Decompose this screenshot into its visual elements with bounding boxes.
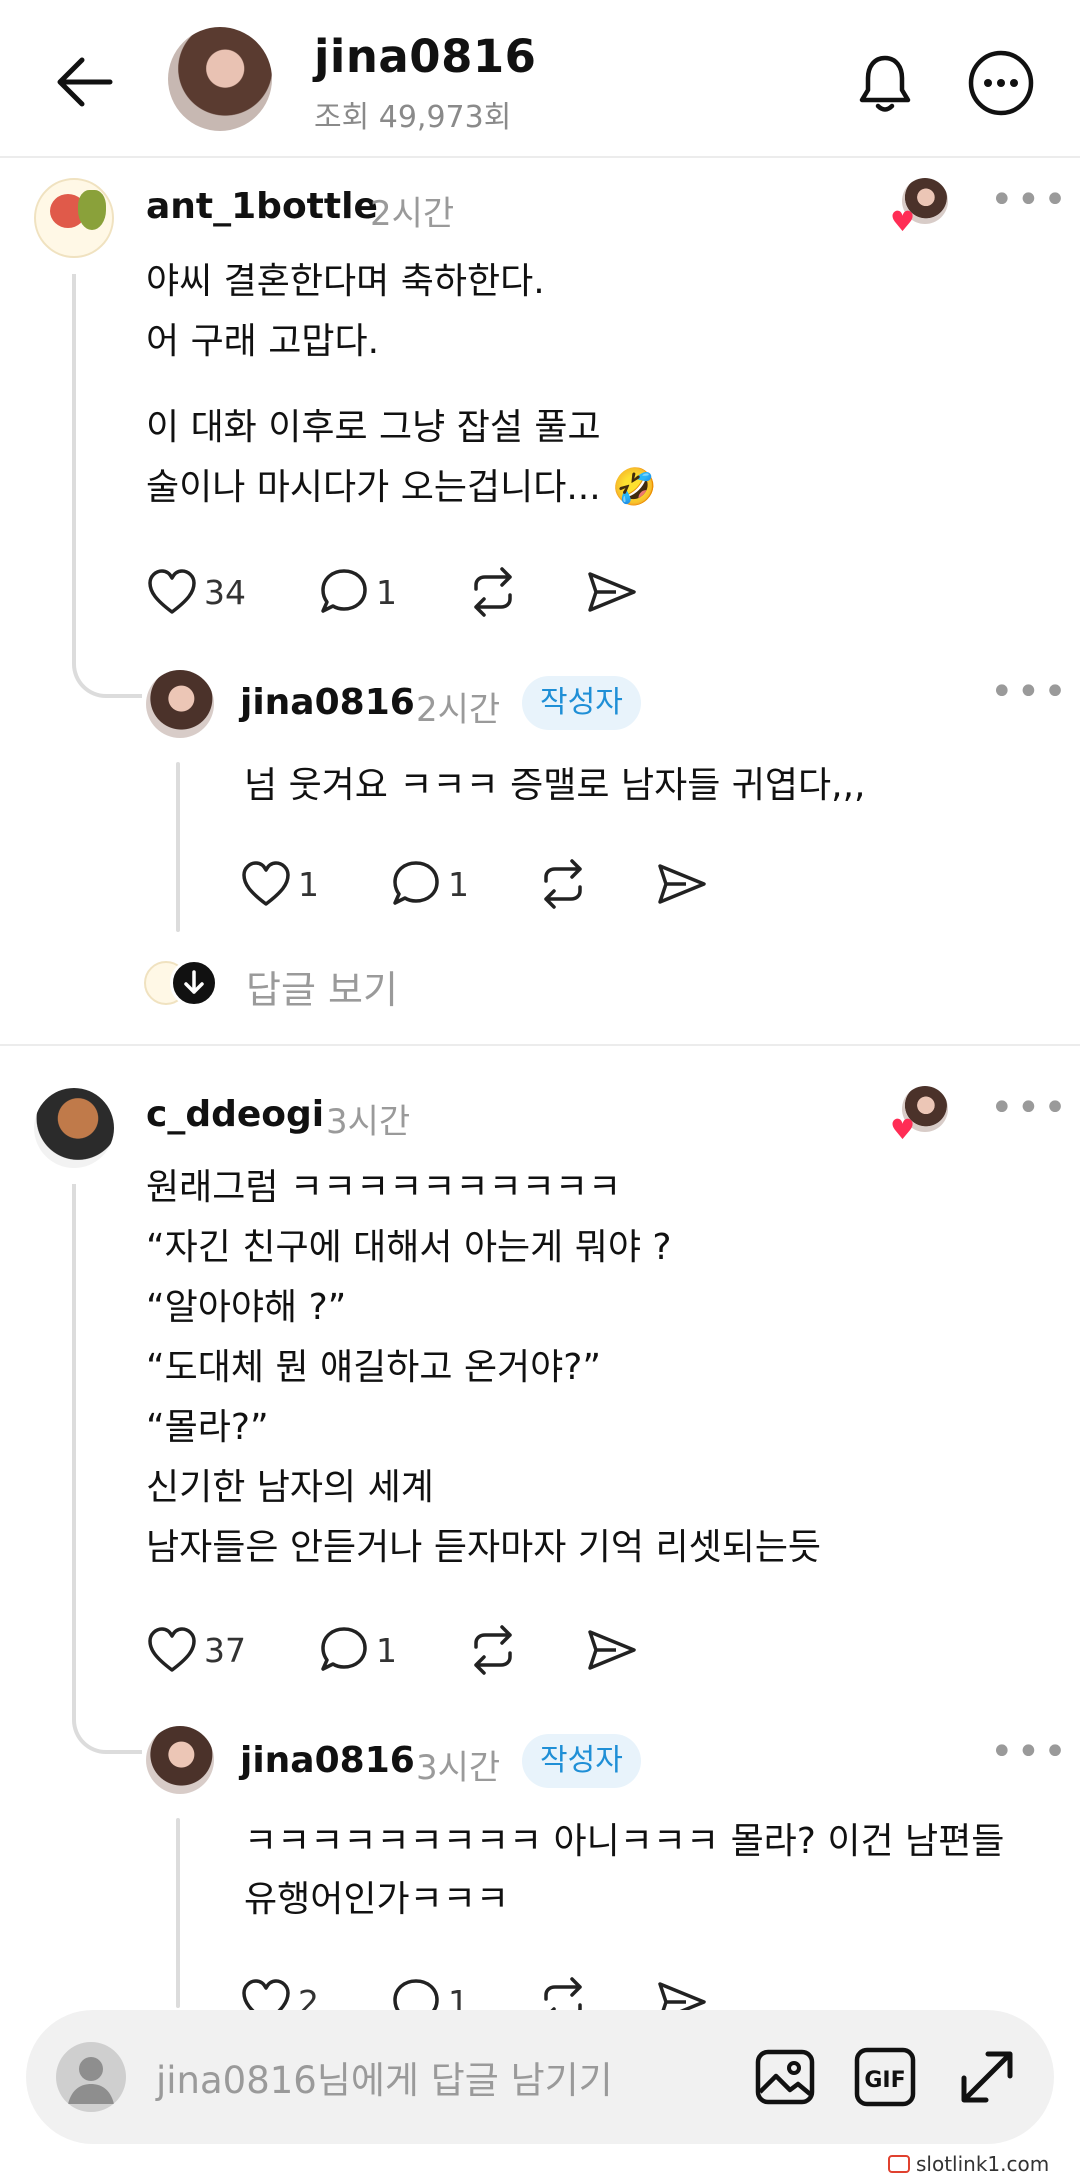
comment-text-line: 남자들은 안듣거나 듣자마자 기억 리셋되는듯 [146,1527,822,1568]
comment-text-line: 이 대화 이후로 그냥 잡설 풀고 [146,407,601,448]
more-circle-icon[interactable] [966,48,1036,118]
like-button[interactable]: 37 [146,1620,246,1680]
reply-text-line: 넘 웃겨요 ㅋㅋㅋ 증맬로 남자들 귀엽다,,, [244,765,866,806]
view-count: 조회 49,973회 [314,100,512,135]
like-count: 1 [298,864,319,904]
comment-text-line: “몰라?” [146,1407,269,1448]
watermark-text: slotlink1.com [916,2152,1050,2176]
avatar[interactable] [146,1726,214,1794]
liked-by-author-indicator: ♥ [890,178,948,236]
reply-time: 3시간 [416,1748,501,1788]
send-icon [588,1630,636,1670]
send-icon [658,864,706,904]
back-arrow-icon[interactable] [52,50,122,114]
comment-icon [393,861,439,905]
reply-text-line: ㅋㅋㅋㅋㅋㅋㅋㅋㅋ 아니ㅋㅋㅋ 몰라? 이건 남편들 [244,1821,1005,1862]
comment-username[interactable]: ant_1bottle [146,186,378,227]
reply-composer[interactable]: jina0816님에게 답글 남기기 GIF [26,2010,1054,2144]
avatar[interactable] [146,670,214,738]
view-replies-label: 답글 보기 [246,968,398,1012]
avatar[interactable] [34,1088,114,1168]
repost-icon [544,859,582,909]
comment-icon [321,1627,367,1671]
share-button[interactable] [586,562,638,622]
heart-filled-icon: ♥ [890,205,916,238]
more-options-icon[interactable]: ••• [990,180,1070,220]
like-count: 37 [204,1630,246,1670]
heart-filled-icon: ♥ [890,1113,916,1146]
thread-connector [72,1184,142,1754]
more-options-icon[interactable]: ••• [990,672,1070,712]
divider [0,1044,1080,1046]
watermark: slotlink1.com [888,2152,1049,2176]
author-badge: 작성자 [522,1734,641,1788]
share-button[interactable] [656,854,708,914]
reply-button[interactable]: 1 [318,562,397,622]
more-options-icon[interactable]: ••• [990,1088,1070,1128]
expand-icon[interactable] [954,2044,1020,2110]
bell-icon[interactable] [852,50,918,116]
reply-time: 2시간 [416,690,501,730]
image-icon[interactable] [752,2044,818,2110]
heart-icon [148,1627,196,1672]
reply-username[interactable]: jina0816 [240,682,415,723]
thread-line [176,1818,180,2008]
comment-actions: 34 1 [146,562,706,622]
thread-connector [72,274,142,698]
comment-text-line: 신기한 남자의 세계 [146,1467,434,1508]
comment-username[interactable]: c_ddeogi [146,1094,324,1135]
reply-text-line: 유행어인가ㅋㅋㅋ [244,1879,509,1920]
reply-button[interactable]: 1 [318,1620,397,1680]
repost-icon [474,1625,512,1675]
gif-icon[interactable]: GIF [852,2044,918,2110]
reply-actions: 1 1 [240,854,720,914]
share-button[interactable] [586,1620,638,1680]
thread-line [176,762,180,932]
arrow-down-icon [170,959,218,1007]
comment-text-line: “알아야해 ?” [146,1287,347,1328]
like-button[interactable]: 1 [240,854,319,914]
send-icon [588,572,636,612]
reply-input[interactable]: jina0816님에게 답글 남기기 [156,2050,613,2104]
comment-icon [321,569,367,613]
top-bar: jina0816 조회 49,973회 [0,0,1080,158]
reply-count: 1 [448,864,469,904]
profile-avatar[interactable] [168,27,272,131]
comment-time: 3시간 [326,1102,411,1142]
repost-button[interactable] [466,562,520,622]
comment-time: 2시간 [370,194,455,234]
comment-text-line: 원래그럼 ㅋㅋㅋㅋㅋㅋㅋㅋㅋㅋ [146,1167,622,1208]
like-button[interactable]: 34 [146,562,246,622]
comment-text-line: 어 구래 고맙다. [146,321,380,362]
more-options-icon[interactable]: ••• [990,1732,1070,1772]
repost-button[interactable] [466,1620,520,1680]
reply-count: 1 [376,1630,397,1670]
watermark-logo [888,2155,910,2173]
reply-username[interactable]: jina0816 [240,1740,415,1781]
like-count: 34 [204,572,246,612]
reply-count: 1 [376,572,397,612]
repost-button[interactable] [536,854,590,914]
comment-text-line: “자긴 친구에 대해서 아는게 뭐야 ? [146,1227,672,1268]
author-badge: 작성자 [522,676,641,730]
heart-icon [242,861,290,906]
liked-by-author-indicator: ♥ [890,1086,948,1144]
svg-text:GIF: GIF [864,2068,905,2093]
heart-icon [148,569,196,614]
comment-text-line: 야씨 결혼한다며 축하한다. [146,261,545,302]
comment-text-line: 술이나 마시다가 오는겁니다... 🤣 [146,467,657,508]
profile-username[interactable]: jina0816 [314,30,537,83]
reply-button[interactable]: 1 [390,854,469,914]
comment-actions: 37 1 [146,1620,706,1680]
repost-icon [474,567,512,617]
comment-text-line: “도대체 뭔 얘길하고 온거야?” [146,1347,602,1388]
user-avatar [56,2042,126,2112]
avatar[interactable] [34,178,114,258]
